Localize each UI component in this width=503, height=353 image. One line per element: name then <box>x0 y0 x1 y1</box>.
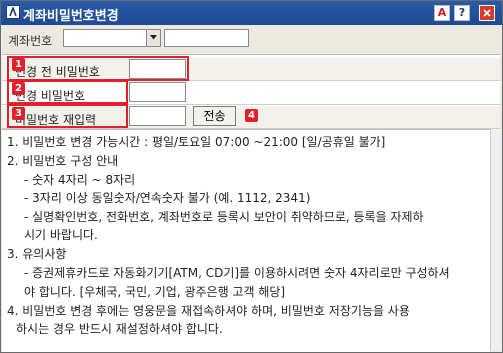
note-line: - 증권제휴카드로 자동화기기[ATM, CD기]를 이용하시려면 숫자 4자리… <box>24 266 450 280</box>
note-line: - 숫자 4자리 ~ 8자리 <box>24 173 136 187</box>
new-password-input[interactable] <box>129 82 186 102</box>
note-line: 4. 비밀번호 변경 후에는 영웅문을 재접속하셔야 하며, 비밀번호 저장기능… <box>7 304 410 318</box>
app-icon <box>6 5 20 19</box>
window-title: 계좌비밀번호변경 <box>23 9 119 24</box>
note-line: - 실명확인번호, 전화번호, 계좌번호로 등록시 보안이 취약하므로, 등록을… <box>24 210 424 224</box>
confirm-password-input[interactable] <box>129 106 186 126</box>
note-line: 하시는 경우 반드시 재설정하셔야 합니다. <box>16 322 223 336</box>
notes-panel: 1. 비밀번호 변경 가능시간 : 평일/토요일 07:00 ~21:00 [일… <box>2 129 490 352</box>
note-line: 시기 바랍니다. <box>24 228 98 242</box>
callout-badge-3: 3 <box>12 107 25 120</box>
dropdown-arrow[interactable] <box>146 30 160 46</box>
password-change-window: 계좌비밀번호변경 A ? 계좌번호 변경 전 비밀번호 변경 비밀번호 비밀번호… <box>0 0 503 353</box>
callout-badge-1: 1 <box>12 58 25 71</box>
help-button[interactable]: ? <box>454 5 470 21</box>
highlight-box-2 <box>7 80 128 104</box>
account-name-field <box>164 29 249 47</box>
note-line: - 3자리 이상 동일숫자/연속숫자 불가 (예. 1112, 2341) <box>24 191 311 205</box>
highlight-box-3 <box>7 104 128 128</box>
note-line: 1. 비밀번호 변경 가능시간 : 평일/토요일 07:00 ~21:00 [일… <box>7 135 386 149</box>
close-icon <box>483 9 491 17</box>
title-bar[interactable]: 계좌비밀번호변경 A ? <box>1 1 502 25</box>
notes-scrollbar[interactable] <box>490 129 501 351</box>
note-line: 2. 비밀번호 구성 안내 <box>7 154 119 168</box>
send-button[interactable]: 전송 <box>193 106 236 126</box>
font-size-button[interactable]: A <box>434 5 450 21</box>
note-line: 3. 유의사항 <box>7 247 67 261</box>
callout-badge-2: 2 <box>12 82 25 95</box>
callout-badge-4: 4 <box>245 109 258 122</box>
highlight-box-1 <box>7 56 189 81</box>
account-select[interactable] <box>63 29 161 47</box>
close-button[interactable] <box>479 5 495 21</box>
account-number-label: 계좌번호 <box>8 34 53 48</box>
chevron-down-icon <box>150 35 157 40</box>
note-line: 야 합니다. [우체국, 국민, 기업, 광주은행 고객 해당] <box>24 285 286 299</box>
